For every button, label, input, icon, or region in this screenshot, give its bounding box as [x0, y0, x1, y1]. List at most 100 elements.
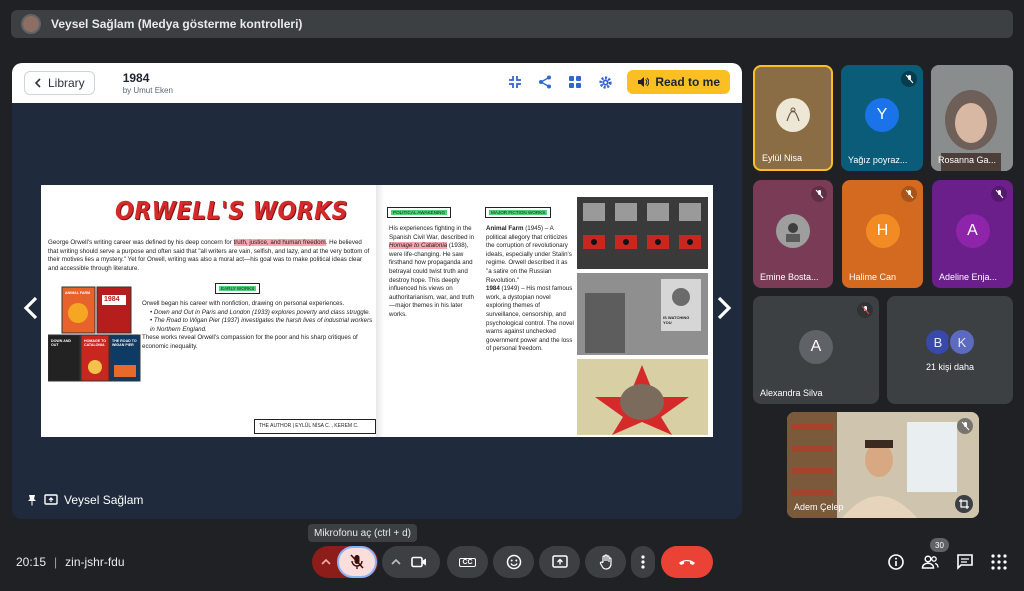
participant-name: Alexandra Silva [760, 388, 823, 398]
share-icon[interactable] [537, 74, 553, 90]
intro-paragraph: George Orwell's writing career was defin… [48, 239, 373, 273]
mic-button[interactable] [337, 546, 377, 578]
pin-icon[interactable] [26, 494, 38, 506]
participant-tile[interactable]: Emine Bosta... [753, 180, 833, 288]
participant-name: Adeline Enja... [939, 272, 998, 282]
hang-up-icon [679, 560, 695, 565]
avatar [776, 98, 810, 132]
participant-tile[interactable]: A Alexandra Silva [753, 296, 879, 404]
avatar: Y [865, 98, 899, 132]
tag-political-label: POLITICAL AWAKENING [391, 210, 448, 215]
early-item-2: • The Road to Wigan Pier (1937) investig… [150, 317, 373, 333]
avatar: K [948, 328, 976, 356]
grid-view-icon[interactable] [567, 74, 583, 90]
cover-1984: 1984 [104, 296, 120, 303]
hand-icon [599, 554, 612, 570]
present-screen-icon [551, 555, 568, 568]
tag-political: POLITICAL AWAKENING [387, 207, 452, 218]
meeting-info: 20:15 | zin-jshr-fdu [16, 555, 125, 569]
book-author: by Umut Eken [122, 86, 173, 95]
participant-tile[interactable]: Adem Çelep [787, 412, 979, 518]
mic-off-icon [857, 302, 873, 318]
early-works-text: Orwell began his career with nonfiction,… [142, 300, 374, 352]
exit-fullscreen-icon[interactable] [507, 74, 523, 90]
book-gutter [376, 185, 388, 437]
mic-off-icon [957, 418, 973, 434]
mic-tooltip: Mikrofonu aç (ctrl + d) [308, 524, 417, 542]
read-to-me-button[interactable]: Read to me [627, 70, 730, 94]
people-icon[interactable] [921, 553, 939, 571]
reader-toolbar: Library 1984 by Umut Eken Read to me [12, 63, 742, 103]
participant-tile[interactable]: A Adeline Enja... [932, 180, 1013, 288]
book-title: 1984 [122, 71, 150, 85]
banner-title: Veysel Sağlam (Medya gösterme kontroller… [51, 17, 303, 31]
participant-name: Eylül Nisa [762, 153, 803, 163]
apps-grid-icon[interactable] [990, 553, 1008, 571]
participant-tile[interactable]: Y Yağız poyraz... [841, 65, 923, 171]
crop-icon[interactable] [955, 495, 973, 513]
mic-off-icon [991, 186, 1007, 202]
present-screen-icon [44, 494, 58, 505]
presenter-name: Veysel Sağlam [64, 493, 144, 507]
participant-name: Adem Çelep [794, 502, 844, 512]
mic-off-icon [811, 186, 827, 202]
leave-call-button[interactable] [661, 546, 713, 578]
tag-early-works: EARLY WORKS [215, 283, 261, 294]
emoji-icon [506, 554, 521, 570]
camera-icon[interactable] [411, 556, 427, 568]
political-paragraph: His experiences fighting in the Spanish … [389, 225, 475, 318]
participant-name: Emine Bosta... [760, 272, 819, 282]
mic-off-icon [901, 186, 917, 202]
book-covers: ANIMAL FARM 1984 DOWN AND OUT HOMAGE TO … [47, 285, 141, 383]
previous-page-icon[interactable] [22, 295, 40, 321]
more-options-button[interactable] [631, 546, 655, 578]
clock: 20:15 [16, 555, 47, 569]
captions-button[interactable]: CC [447, 546, 488, 578]
chat-icon[interactable] [956, 553, 974, 571]
camera-control-group [382, 546, 440, 578]
chevron-up-icon[interactable] [391, 558, 401, 566]
present-button[interactable] [539, 546, 580, 578]
reactions-button[interactable] [493, 546, 534, 578]
gear-icon[interactable] [597, 74, 613, 90]
avatar [776, 214, 810, 248]
avatar-sketch-icon [786, 107, 800, 122]
library-button[interactable]: Library [24, 71, 95, 95]
intro-highlight: truth, justice, and human freedom [233, 239, 326, 246]
more-participants-tile[interactable]: B K 21 kişi daha [887, 296, 1013, 404]
credit-box: THE AUTHOR | EYLÜL NİSA C. , KEREM C. [254, 419, 376, 434]
participant-name: Halime Can [849, 272, 897, 282]
cc-icon: CC [459, 557, 476, 567]
novel-1984-title: 1984 [486, 285, 500, 293]
participant-tile[interactable]: H Halime Can [842, 180, 923, 288]
participant-tile[interactable]: Eylül Nisa [753, 65, 833, 171]
participant-tile[interactable]: Rosanna Ga... [931, 65, 1013, 171]
divider: | [54, 555, 58, 569]
library-label: Library [48, 76, 85, 90]
cover-animal-farm: ANIMAL FARM [65, 291, 91, 295]
major-fiction-paragraph: Animal Farm (1945) – A political allegor… [486, 225, 574, 353]
meeting-code: zin-jshr-fdu [65, 555, 125, 569]
info-icon[interactable] [887, 553, 905, 571]
more-participants-label: 21 kişi daha [925, 362, 975, 372]
presenter-avatar [21, 14, 41, 34]
next-page-icon[interactable] [715, 295, 733, 321]
avatar: A [955, 214, 990, 248]
avatar: H [865, 214, 900, 248]
tag-early-label: EARLY WORKS [219, 286, 257, 291]
chevron-up-icon[interactable] [321, 558, 331, 566]
book-meta: 1984 by Umut Eken [123, 71, 173, 95]
presenter-tag: Veysel Sağlam [26, 493, 143, 507]
early-intro: Orwell began his career with nonfiction,… [142, 300, 345, 307]
illustrations: IS WATCHING YOU [577, 197, 708, 435]
raise-hand-button[interactable] [585, 546, 626, 578]
political-highlight: Homage to Catalonia [389, 242, 448, 250]
read-to-me-label: Read to me [655, 75, 720, 89]
animal-farm-title: Animal Farm [486, 225, 524, 232]
tag-major-label: MAJOR FICTION WORKS [489, 210, 548, 215]
participant-name: Yağız poyraz... [848, 155, 908, 165]
presenter-banner: Veysel Sağlam (Medya gösterme kontroller… [11, 10, 1013, 38]
chevron-left-icon [34, 78, 41, 88]
page-heading: ORWELL'S WORKS [115, 197, 349, 226]
participant-name: Rosanna Ga... [938, 155, 997, 165]
